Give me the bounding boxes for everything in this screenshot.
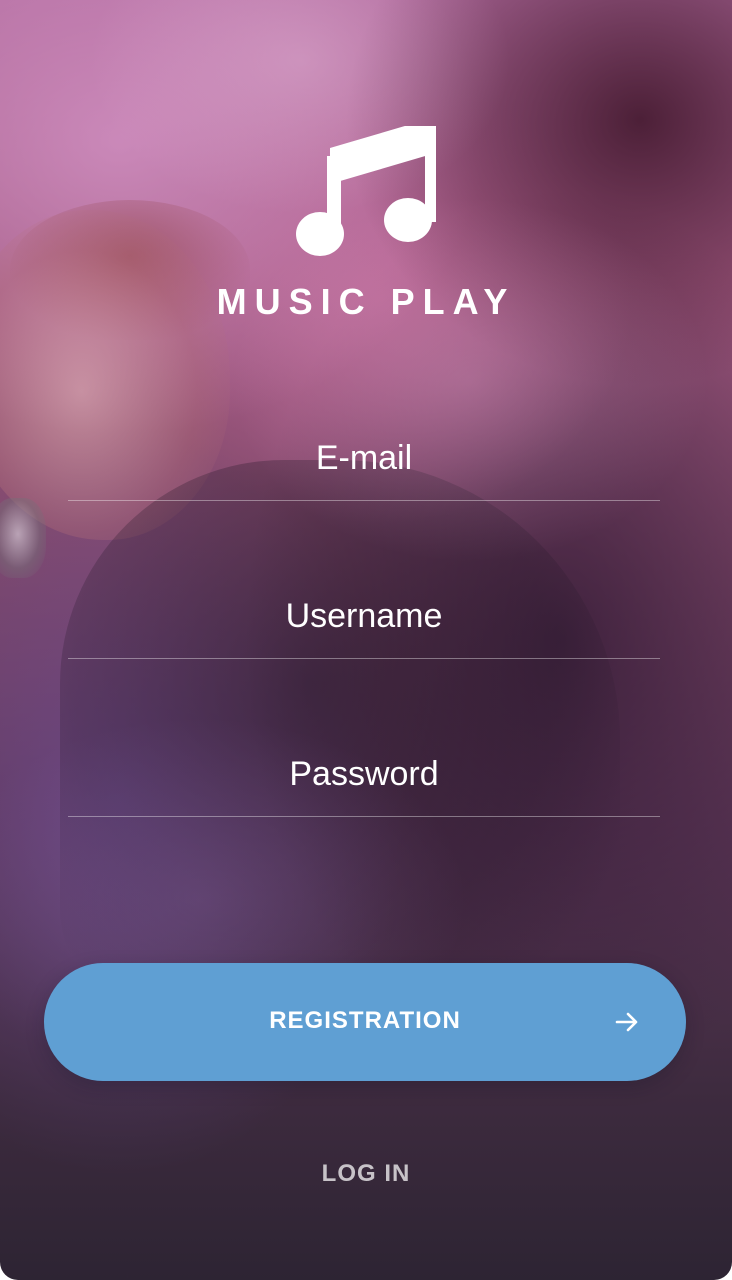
- app-title: MUSIC PLAY: [216, 281, 516, 322]
- registration-screen: MUSIC PLAY E-mail Username Password REGI…: [0, 0, 732, 1280]
- registration-button[interactable]: REGISTRATION: [44, 963, 686, 1081]
- password-field[interactable]: Password: [68, 746, 660, 817]
- email-field[interactable]: E-mail: [68, 430, 660, 501]
- music-note-icon: [296, 126, 436, 256]
- login-link[interactable]: LOG IN: [266, 1158, 466, 1190]
- username-placeholder: Username: [285, 597, 443, 635]
- arrow-right-icon: [615, 1012, 638, 1032]
- email-placeholder: E-mail: [315, 439, 413, 477]
- registration-button-label: REGISTRATION: [269, 1007, 461, 1034]
- username-field[interactable]: Username: [68, 588, 660, 659]
- password-placeholder: Password: [289, 755, 439, 793]
